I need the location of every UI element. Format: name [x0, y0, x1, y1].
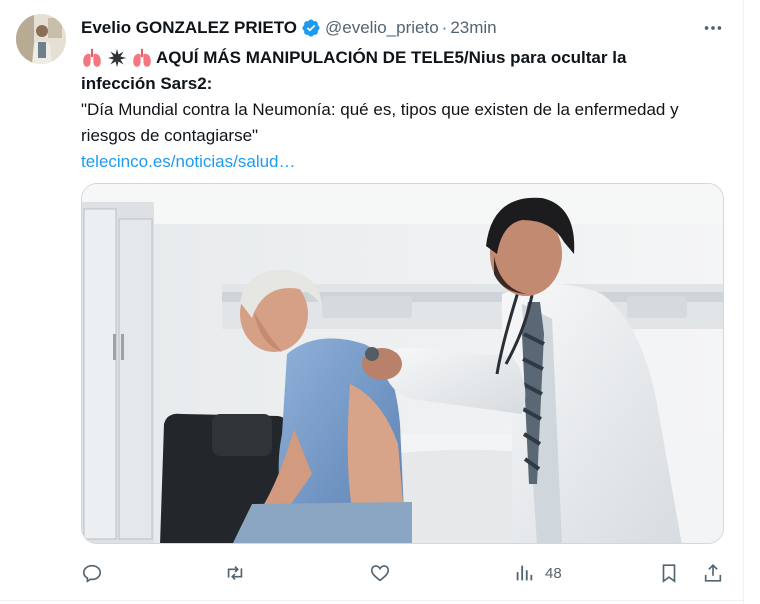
more-options-button[interactable] [699, 16, 727, 40]
tweet-header: Evelio GONZALEZ PRIETO @evelio_prieto · … [81, 16, 736, 40]
tweet-text: AQUÍ MÁS MANIPULACIÓN DE TELE5/Nius para… [81, 45, 731, 175]
share-button[interactable] [702, 558, 724, 588]
timeline-column-border [743, 0, 744, 604]
avatar[interactable] [16, 14, 66, 64]
retweet-button[interactable] [224, 558, 246, 588]
reply-button[interactable] [81, 558, 103, 588]
eight-pointed-star-icon [107, 48, 127, 68]
tweet-quote-text: "Día Mundial contra la Neumonía: qué es,… [81, 100, 679, 145]
tweet-headline: AQUÍ MÁS MANIPULACIÓN DE TELE5/Nius para… [156, 48, 627, 67]
tweet-timestamp[interactable]: 23min [450, 18, 496, 38]
tweet-actions-bar: 48 [81, 558, 731, 588]
tweet-media-image[interactable] [81, 183, 724, 544]
lungs-icon [133, 48, 151, 67]
tweet-headline-line: AQUÍ MÁS MANIPULACIÓN DE TELE5/Nius para… [81, 45, 731, 71]
header-separator: · [441, 18, 448, 37]
tweet-divider [0, 600, 743, 601]
author-handle[interactable]: @evelio_prieto [325, 18, 439, 38]
like-button[interactable] [369, 558, 391, 588]
views-button[interactable]: 48 [513, 558, 562, 588]
tweet-headline-continuation: infección Sars2: [81, 74, 213, 93]
author-name[interactable]: Evelio GONZALEZ PRIETO [81, 18, 297, 38]
article-link[interactable]: telecinco.es/noticias/salud… [81, 149, 731, 175]
share-icon [704, 564, 722, 582]
retweet-icon [227, 565, 243, 581]
verified-badge-icon [302, 19, 320, 37]
views-count: 48 [545, 564, 562, 582]
bookmark-button[interactable] [658, 558, 680, 588]
more-dots-icon [704, 26, 722, 30]
bookmark-icon [662, 564, 676, 583]
heart-icon [370, 565, 390, 582]
lungs-icon [83, 48, 101, 67]
views-icon [516, 565, 533, 581]
reply-icon [82, 564, 102, 583]
